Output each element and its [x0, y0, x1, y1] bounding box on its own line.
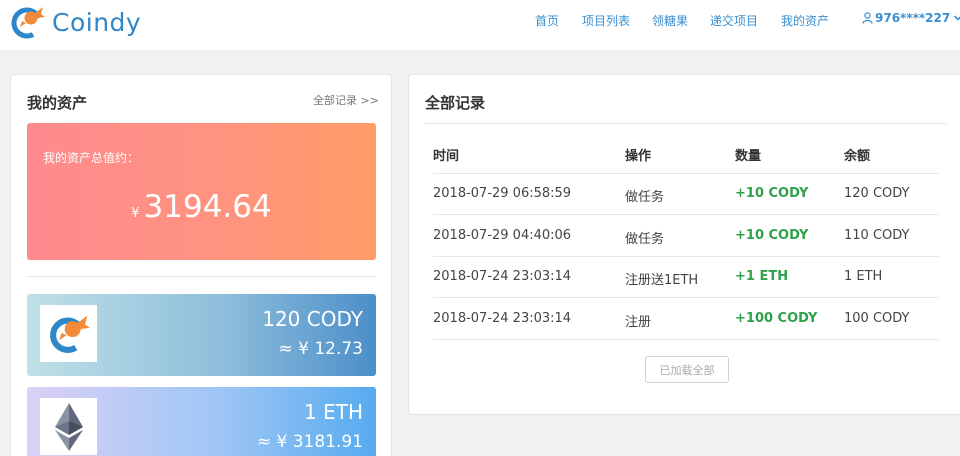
record-balance: 100 CODY [844, 311, 910, 326]
asset-icon-container [40, 398, 97, 455]
asset-amount: 120 CODY [262, 307, 363, 331]
assets-title: 我的资产 [27, 94, 88, 112]
records-title: 全部记录 [425, 94, 486, 112]
brand-name: Coindy [52, 7, 142, 37]
record-action: 注册送1ETH [625, 273, 699, 288]
record-balance: 120 CODY [844, 186, 910, 201]
top-header: Coindy 首页 项目列表 领糖果 递交项目 我的资产 976****227 [0, 0, 960, 50]
divider [425, 123, 947, 124]
record-time: 2018-07-24 23:03:14 [433, 311, 572, 326]
nav-project-list[interactable]: 项目列表 [582, 12, 630, 29]
nav-home[interactable]: 首页 [535, 12, 559, 29]
nav-submit-project[interactable]: 递交项目 [710, 12, 758, 29]
record-action: 做任务 [625, 190, 665, 205]
divider [27, 276, 376, 277]
total-amount: 3194.64 [143, 189, 272, 225]
asset-amount: 1 ETH [304, 400, 363, 424]
brand-logo[interactable]: Coindy [10, 4, 141, 40]
asset-value: ≈ ¥ 3181.91 [256, 432, 363, 452]
record-action: 注册 [625, 315, 652, 330]
asset-icon-container [40, 305, 97, 362]
record-balance: 1 ETH [844, 269, 883, 284]
nav-my-assets[interactable]: 我的资产 [781, 12, 829, 29]
nav-candy[interactable]: 领糖果 [652, 12, 688, 29]
user-account-label: 976****227 [875, 11, 951, 25]
record-amount: +1 ETH [735, 269, 789, 284]
asset-card-eth[interactable]: 1 ETH ≈ ¥ 3181.91 [27, 387, 376, 456]
user-icon [862, 12, 873, 24]
record-amount: +10 CODY [735, 228, 809, 243]
column-header-balance: 余额 [844, 149, 871, 164]
chevron-down-icon [954, 15, 960, 21]
record-time: 2018-07-29 06:58:59 [433, 186, 572, 201]
row-divider [433, 173, 939, 174]
currency-symbol: ¥ [131, 206, 140, 221]
column-header-amount: 数量 [735, 149, 762, 164]
row-divider [433, 214, 939, 215]
record-time: 2018-07-29 04:40:06 [433, 228, 572, 243]
column-header-time: 时间 [433, 149, 460, 164]
user-menu[interactable]: 976****227 [862, 11, 960, 25]
row-divider [433, 256, 939, 257]
record-action: 做任务 [625, 232, 665, 247]
record-time: 2018-07-24 23:03:14 [433, 269, 572, 284]
record-amount: +100 CODY [735, 311, 818, 326]
record-amount: +10 CODY [735, 186, 809, 201]
column-header-action: 操作 [625, 149, 652, 164]
asset-card-cody[interactable]: 120 CODY ≈ ¥ 12.73 [27, 294, 376, 376]
record-balance: 110 CODY [844, 228, 910, 243]
all-records-link[interactable]: 全部记录 >> [313, 92, 379, 108]
total-assets-value: ¥3194.64 [27, 189, 376, 225]
ethereum-icon [54, 402, 83, 451]
row-divider [433, 297, 939, 298]
cody-logo-icon [49, 315, 90, 353]
records-panel: 全部记录 时间 操作 数量 余额 2018-07-29 06:58:59 做任务… [408, 74, 960, 415]
load-more-button[interactable]: 已加载全部 [645, 356, 729, 383]
assets-panel: 我的资产 全部记录 >> 我的资产总值约： ¥3194.64 120 CODY … [10, 74, 392, 456]
total-assets-label: 我的资产总值约： [43, 151, 140, 165]
asset-value: ≈ ¥ 12.73 [278, 339, 363, 359]
row-divider [433, 339, 939, 340]
cody-logo-icon [11, 7, 45, 39]
total-assets-card: 我的资产总值约： ¥3194.64 [27, 123, 376, 260]
